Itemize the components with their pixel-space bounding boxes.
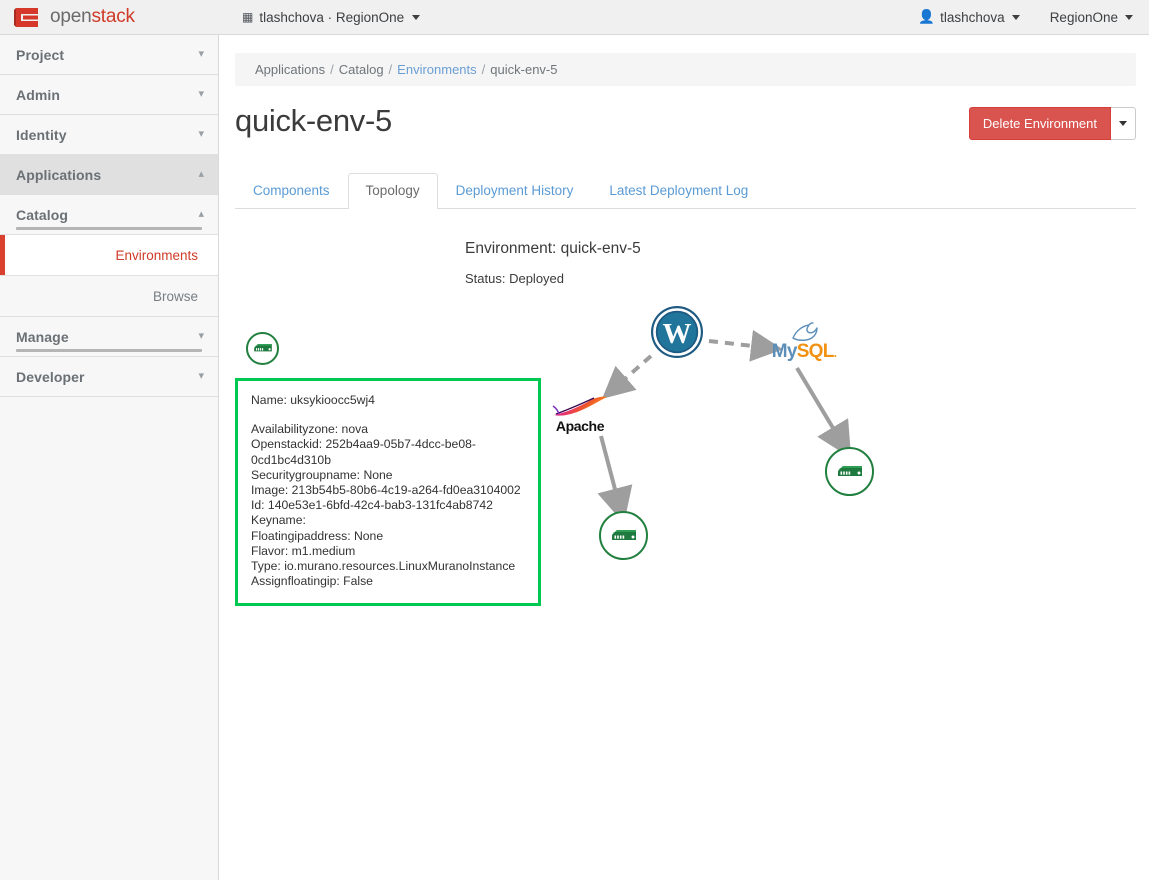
tab-bar: Components Topology Deployment History L… — [235, 171, 1136, 209]
tab-deployment-history[interactable]: Deployment History — [438, 173, 592, 209]
chevron-down-icon: ▾ — [198, 371, 204, 382]
breadcrumb-item-current: quick-env-5 — [490, 62, 557, 77]
breadcrumb-item-environments[interactable]: Environments — [397, 62, 476, 77]
node-apache[interactable]: Apache — [549, 390, 611, 436]
page-actions: Delete Environment — [969, 107, 1136, 140]
delete-environment-button[interactable]: Delete Environment — [969, 107, 1111, 140]
breadcrumb-separator: / — [482, 62, 486, 77]
breadcrumb-item-applications[interactable]: Applications — [255, 62, 325, 77]
breadcrumb-item-catalog[interactable]: Catalog — [339, 62, 384, 77]
mysql-dolphin-icon — [789, 322, 819, 342]
chevron-down-icon: ▾ — [198, 49, 204, 60]
brand-text: openstack — [50, 6, 135, 28]
brand-logo[interactable]: openstack — [0, 5, 205, 30]
info-openstackid: Openstackid: 252b4aa9-05b7-4dcc-be08-0cd… — [251, 437, 524, 467]
brand-pre: open — [50, 6, 91, 27]
server-instance-node[interactable] — [825, 447, 874, 496]
environment-name-line: Environment: quick-env-5 — [465, 240, 1149, 258]
info-assignfloatingip: Assignfloatingip: False — [251, 574, 524, 589]
tab-latest-deployment-log[interactable]: Latest Deployment Log — [591, 173, 766, 209]
sidebar-item-environments[interactable]: Environments — [0, 235, 218, 276]
chevron-down-icon — [1012, 15, 1020, 20]
sidebar: Project ▾ Admin ▾ Identity ▾ Application… — [0, 35, 219, 880]
server-instance-icon — [252, 341, 274, 356]
sidebar-link-label: Browse — [153, 289, 198, 304]
sidebar-label: Admin — [16, 87, 60, 103]
page-title: quick-env-5 — [235, 103, 392, 139]
user-icon: 👤 — [918, 9, 935, 25]
region-menu[interactable]: RegionOne — [1050, 10, 1133, 25]
user-menu[interactable]: 👤 tlashchova — [918, 9, 1019, 25]
sidebar-label: Catalog — [16, 207, 68, 223]
info-floatingipaddress: Floatingipaddress: None — [251, 529, 524, 544]
info-flavor: Flavor: m1.medium — [251, 544, 524, 559]
sidebar-item-manage[interactable]: Manage ▾ — [0, 317, 218, 357]
chevron-down-icon: ▾ — [198, 129, 204, 140]
sidebar-label: Project — [16, 47, 64, 63]
project-icon: ▦ — [242, 10, 253, 24]
breadcrumb-separator: / — [330, 62, 334, 77]
project-region-switcher[interactable]: ▦ tlashchova · RegionOne — [242, 10, 420, 25]
info-keyname: Keyname: — [251, 513, 524, 528]
wordpress-logo-icon: W — [649, 304, 705, 360]
chevron-down-icon: ▾ — [198, 331, 204, 342]
delete-environment-dropdown-toggle[interactable] — [1111, 107, 1136, 140]
sidebar-item-admin[interactable]: Admin ▾ — [0, 75, 218, 115]
environment-status-line: Status: Deployed — [465, 271, 1149, 286]
server-instance-icon — [609, 526, 639, 546]
sidebar-item-applications[interactable]: Applications ▴ — [0, 155, 218, 195]
server-instance-icon — [835, 462, 865, 482]
project-region-label: tlashchova · RegionOne — [259, 10, 404, 25]
user-menu-label: tlashchova — [940, 10, 1005, 25]
info-securitygroupname: Securitygroupname: None — [251, 468, 524, 483]
topology-header: Environment: quick-env-5 Status: Deploye… — [227, 240, 1149, 286]
sidebar-label: Manage — [16, 329, 69, 345]
info-image: Image: 213b54b5-80b6-4c19-a264-fd0ea3104… — [251, 483, 524, 498]
sidebar-label: Developer — [16, 369, 85, 385]
apache-feather-icon — [551, 394, 609, 420]
info-name: Name: uksykioocc5wj4 — [251, 393, 524, 408]
mysql-wordmark: MySQL. — [772, 342, 837, 361]
node-instance-apache[interactable] — [599, 511, 648, 560]
chevron-down-icon — [412, 15, 420, 20]
region-menu-label: RegionOne — [1050, 10, 1118, 25]
tab-topology[interactable]: Topology — [348, 173, 438, 209]
node-info-tooltip: Name: uksykioocc5wj4 Availabilityzone: n… — [235, 378, 541, 606]
chevron-down-icon — [1125, 15, 1133, 20]
sidebar-item-identity[interactable]: Identity ▾ — [0, 115, 218, 155]
server-instance-node[interactable] — [599, 511, 648, 560]
breadcrumb: Applications / Catalog / Environments / … — [235, 53, 1136, 86]
mysql-dot-text: . — [834, 346, 837, 360]
node-instance-mysql[interactable] — [825, 447, 874, 496]
mysql-my-text: My — [772, 341, 797, 362]
node-instance-top[interactable] — [246, 332, 279, 365]
mysql-sql-text: SQL — [797, 341, 834, 362]
sidebar-label: Applications — [16, 167, 101, 183]
info-availabilityzone: Availabilityzone: nova — [251, 422, 524, 437]
sidebar-item-project[interactable]: Project ▾ — [0, 35, 218, 75]
openstack-logo-icon — [14, 5, 42, 30]
svg-text:W: W — [663, 318, 692, 350]
chevron-up-icon: ▴ — [198, 209, 204, 220]
info-type: Type: io.murano.resources.LinuxMuranoIns… — [251, 559, 524, 574]
node-wordpress[interactable]: W — [649, 304, 705, 363]
top-navbar: openstack ▦ tlashchova · RegionOne 👤 tla… — [0, 0, 1149, 35]
caret-down-icon — [1119, 121, 1127, 126]
navbar-right: 👤 tlashchova RegionOne — [918, 9, 1149, 25]
chevron-down-icon: ▾ — [198, 89, 204, 100]
brand-post: stack — [91, 6, 134, 27]
info-id: Id: 140e53e1-6bfd-42c4-bab3-131fc4ab8742 — [251, 498, 524, 513]
tab-components[interactable]: Components — [235, 173, 348, 209]
node-mysql[interactable]: MySQL. — [771, 322, 837, 368]
chevron-up-icon: ▴ — [198, 169, 204, 180]
page-header: quick-env-5 Delete Environment — [235, 103, 1136, 140]
apache-wordmark: Apache — [556, 419, 604, 433]
sidebar-label: Identity — [16, 127, 67, 143]
server-instance-node[interactable] — [246, 332, 279, 365]
breadcrumb-separator: / — [389, 62, 393, 77]
sidebar-item-catalog[interactable]: Catalog ▴ — [0, 195, 218, 235]
sidebar-item-browse[interactable]: Browse — [0, 276, 218, 317]
sidebar-link-label: Environments — [115, 248, 198, 263]
sidebar-item-developer[interactable]: Developer ▾ — [0, 357, 218, 397]
